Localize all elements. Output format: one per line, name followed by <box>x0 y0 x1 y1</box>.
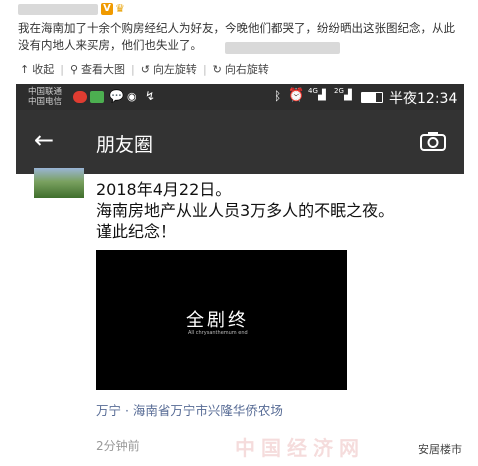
blurred-mention <box>225 42 340 54</box>
toolbar-divider: | <box>202 62 207 76</box>
eye-icon: ◉ <box>127 90 137 103</box>
faded-watermark: 中国经济网 <box>235 436 365 460</box>
rotate-right-button[interactable]: ↻ 向右旋转 <box>213 61 269 77</box>
wechat-navbar: ← 朋友圈 <box>16 110 464 174</box>
video-subtitle: All chrysanthemum end <box>188 330 248 336</box>
clock: 半夜12:34 <box>389 91 458 107</box>
rotate-left-button[interactable]: ↺ 向左旋转 <box>141 61 197 77</box>
post-time: 2分钟前 <box>96 439 140 453</box>
alarm-icon: ⏰ <box>288 88 305 103</box>
weibo-notification-icon <box>73 91 87 103</box>
signal-bars-1-icon: ▟ <box>318 90 326 101</box>
view-large-button[interactable]: ⚲ 查看大图 <box>70 61 125 77</box>
bluetooth-icon: ᛒ <box>274 89 282 103</box>
avatar[interactable] <box>34 168 84 198</box>
moments-feed: 2018年4月22日。 海南房地产从业人员3万多人的不眠之夜。 谨此纪念！ 全剧… <box>16 168 464 466</box>
status-bar: 中国联通 中国电信 💬 ◉ ↯ ᛒ ⏰ 4G ▟ 2G ▟ 半夜12:34 <box>16 84 464 110</box>
username-blurred[interactable] <box>18 4 98 15</box>
source-watermark: 安居楼市 <box>418 443 462 456</box>
back-arrow-icon[interactable]: ← <box>34 126 54 154</box>
page-title: 朋友圈 <box>96 134 154 156</box>
rotate-right-icon: ↻ <box>212 62 222 76</box>
toolbar-divider: | <box>60 62 64 76</box>
location-link[interactable]: 万宁 · 海南省万宁市兴隆华侨农场 <box>96 400 283 419</box>
image-notification-icon <box>90 91 104 103</box>
carrier-labels: 中国联通 中国电信 <box>28 87 62 107</box>
signal-bars-2-icon: ▟ <box>344 90 352 101</box>
collapse-label: 收起 <box>32 63 55 76</box>
video-thumbnail[interactable]: 全剧终 All chrysanthemum end <box>96 250 347 390</box>
rotate-left-label: 向左旋转 <box>152 63 197 76</box>
chat-bubble-icon: 💬 <box>109 89 124 103</box>
moment-line-1: 2018年4月22日。 <box>96 180 232 199</box>
magnifier-icon: ⚲ <box>69 62 78 76</box>
verified-badge: V <box>101 3 113 15</box>
battery-icon <box>361 92 383 103</box>
crown-icon: ♛ <box>115 2 125 15</box>
moment-line-2: 海南房地产从业人员3万多人的不眠之夜。 <box>96 201 395 220</box>
phone-screenshot: 中国联通 中国电信 💬 ◉ ↯ ᛒ ⏰ 4G ▟ 2G ▟ 半夜12:34 ← … <box>16 84 464 466</box>
moment-line-3: 谨此纪念！ <box>96 222 177 241</box>
toolbar-divider: | <box>131 62 135 76</box>
carrier-1: 中国联通 <box>28 87 63 97</box>
image-toolbar: ↑ 收起 | ⚲ 查看大图 | ↺ 向左旋转 | ↻ 向右旋转 <box>20 61 269 77</box>
video-title: 全剧终 <box>186 310 249 331</box>
camera-icon[interactable] <box>420 131 446 151</box>
missed-call-icon: ↯ <box>145 89 156 103</box>
rotate-left-icon: ↺ <box>140 62 150 76</box>
collapse-icon: ↑ <box>20 62 30 76</box>
carrier-2: 中国电信 <box>28 97 63 107</box>
rotate-right-label: 向右旋转 <box>224 63 269 76</box>
signal-label-1: 4G <box>308 87 318 95</box>
signal-label-2: 2G <box>334 87 344 95</box>
collapse-button[interactable]: ↑ 收起 <box>20 61 54 77</box>
view-large-label: 查看大图 <box>81 63 125 76</box>
